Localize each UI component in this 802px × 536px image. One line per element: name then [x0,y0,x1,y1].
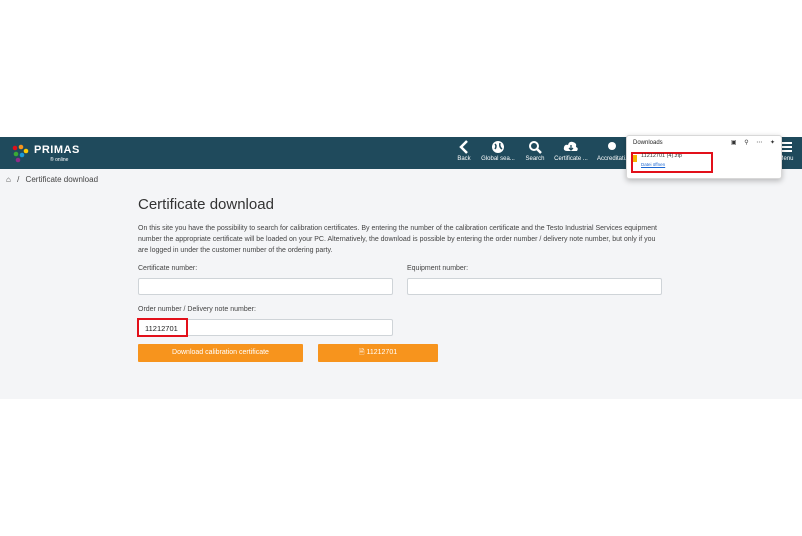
equipment-number-input[interactable] [407,278,662,295]
open-file-link[interactable]: Datei öffnen [641,162,665,167]
downloads-toolbar: ▣ ⚲ ⋯ ✦ [725,139,775,146]
zip-file-icon [633,155,637,162]
primas-logo[interactable]: PRIMAS ® online [10,141,80,165]
file-download-button[interactable]: 🗎 11212701 [318,344,438,362]
globe-icon [492,141,504,153]
nav-search-label: Search [525,156,545,162]
breadcrumb-separator: / [17,175,20,184]
home-icon[interactable]: ⌂ [6,175,11,184]
nav-certificate-button[interactable]: Certificate ... [552,140,590,168]
pin-icon[interactable]: ✦ [770,140,775,146]
page-title: Certificate download [138,196,274,213]
nav-back-label: Back [457,156,471,162]
equipment-number-label: Equipment number: [407,265,469,272]
certificate-number-input[interactable] [138,278,393,295]
download-certificate-button[interactable]: Download calibration certificate [138,344,303,362]
logo-subtext: ® online [50,157,69,163]
nav-global-search-button[interactable]: Global sea... [478,140,518,168]
nav-certificate-label: Certificate ... [554,156,588,162]
certificate-icon [608,142,616,150]
nav-global-search-label: Global sea... [481,156,515,162]
order-number-highlight [137,318,188,337]
nav-back-button[interactable]: Back [455,140,473,168]
nav-search-button[interactable]: Search [522,140,548,168]
logo-text: PRIMAS [34,144,80,156]
search-icon [529,141,542,154]
nav-accreditation-button[interactable]: Accreditati... [597,140,630,168]
page-description: On this site you have the possibility to… [138,225,657,254]
search-icon[interactable]: ⚲ [744,140,748,146]
downloads-panel: Downloads ▣ ⚲ ⋯ ✦ 11212701 (4).zip Datei… [626,135,782,179]
cloud-download-icon [563,141,578,151]
breadcrumb: ⌂ / Certificate download [6,175,102,184]
logo-dots-icon [12,144,29,163]
chevron-left-icon [459,140,468,154]
file-icon: 🗎 [358,349,365,356]
download-file-name[interactable]: 11212701 (4).zip [641,153,682,159]
certificate-number-label: Certificate number: [138,265,198,272]
folder-icon[interactable]: ▣ [731,140,737,146]
downloads-title: Downloads [633,140,663,146]
more-icon[interactable]: ⋯ [756,140,762,146]
breadcrumb-current: Certificate download [25,175,99,184]
file-download-label: 11212701 [366,349,398,356]
order-number-label: Order number / Delivery note number: [138,306,256,313]
